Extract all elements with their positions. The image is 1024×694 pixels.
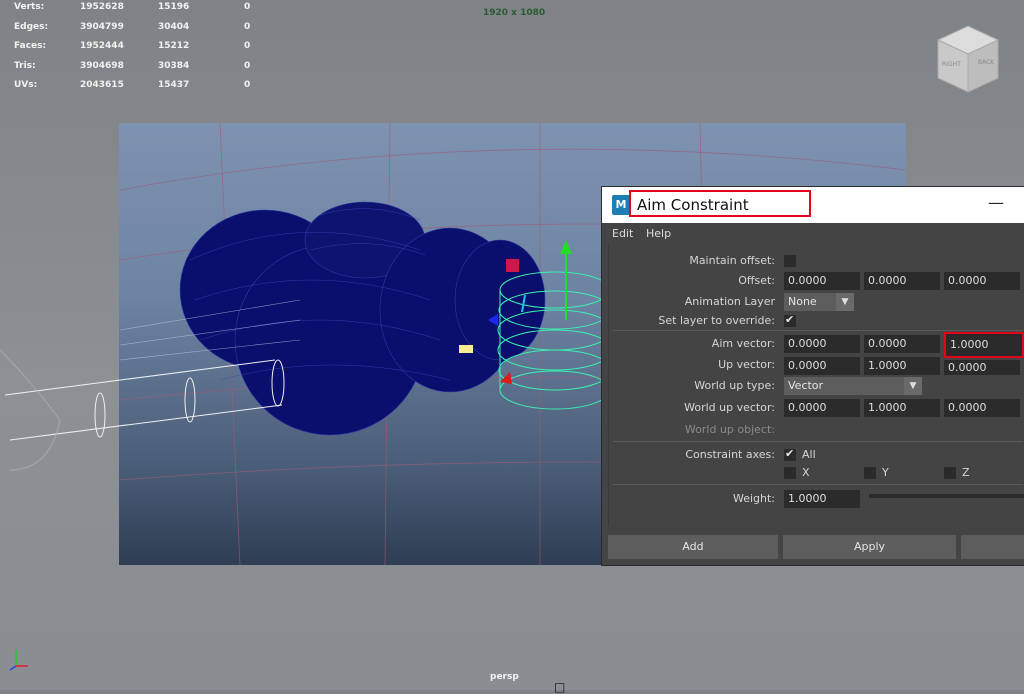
weight-field[interactable]: 1.0000: [784, 490, 860, 508]
apply-button[interactable]: Apply: [783, 535, 956, 559]
world-up-vector-y-field[interactable]: 1.0000: [864, 399, 940, 417]
dialog-button-row: Add Apply: [602, 533, 1024, 561]
menu-help[interactable]: Help: [646, 227, 671, 240]
world-up-vector-label: World up vector:: [684, 401, 775, 414]
wireframe-mesh[interactable]: [179, 201, 546, 436]
axis-indicator: [8, 646, 30, 672]
separator: [613, 441, 1023, 442]
constraint-axis-x-label: X: [802, 466, 810, 479]
set-layer-override-label: Set layer to override:: [658, 314, 775, 327]
weight-slider[interactable]: [869, 494, 1024, 498]
dialog-menu-bar: Edit Help: [602, 223, 1024, 243]
constraint-axis-z-checkbox[interactable]: [944, 467, 956, 479]
world-up-object-label: World up object:: [684, 423, 775, 436]
maya-app-icon: M: [612, 195, 630, 215]
up-vector-z-field[interactable]: 0.0000: [944, 360, 1020, 375]
mouse-cursor-icon: □: [554, 680, 566, 694]
constraint-axes-all-checkbox[interactable]: [784, 447, 796, 461]
constraint-axis-z-label: Z: [962, 466, 970, 479]
offset-z-field[interactable]: 0.0000: [944, 272, 1020, 290]
up-vector-y-field[interactable]: 1.0000: [864, 357, 940, 375]
world-up-type-value: Vector: [788, 379, 824, 392]
chevron-down-icon: ▼: [836, 293, 854, 311]
offset-y-field[interactable]: 0.0000: [864, 272, 940, 290]
offset-label: Offset:: [738, 274, 775, 287]
close-button[interactable]: [961, 535, 1024, 559]
animation-layer-value: None: [788, 295, 817, 308]
separator: [613, 484, 1023, 485]
aim-vector-label: Aim vector:: [711, 337, 775, 350]
camera-name-label: persp: [490, 672, 519, 682]
world-up-type-dropdown[interactable]: Vector ▼: [784, 377, 922, 395]
set-layer-override-checkbox[interactable]: [784, 313, 796, 327]
weight-label: Weight:: [732, 492, 775, 505]
options-panel: Maintain offset: Offset: 0.0000 0.0000 0…: [608, 244, 1024, 526]
constraint-axis-y-checkbox[interactable]: [864, 467, 876, 479]
maintain-offset-label: Maintain offset:: [689, 254, 775, 267]
minimize-button[interactable]: —: [988, 193, 1004, 212]
menu-edit[interactable]: Edit: [612, 227, 633, 240]
dialog-title-bar[interactable]: M Aim Constraint Options —: [602, 187, 1024, 241]
animation-layer-dropdown[interactable]: None ▼: [784, 293, 854, 311]
aim-vector-z-field[interactable]: 1.0000: [944, 332, 1024, 358]
up-vector-x-field[interactable]: 0.0000: [784, 357, 860, 375]
chevron-down-icon: ▼: [904, 377, 922, 395]
maintain-offset-checkbox[interactable]: [784, 255, 796, 267]
world-up-vector-x-field[interactable]: 0.0000: [784, 399, 860, 417]
separator: [613, 330, 1023, 331]
world-up-vector-z-field[interactable]: 0.0000: [944, 399, 1020, 417]
dialog-title: Aim Constraint Options: [629, 190, 811, 241]
aim-vector-x-field[interactable]: 0.0000: [784, 335, 860, 353]
offset-x-field[interactable]: 0.0000: [784, 272, 860, 290]
aim-constraint-options-dialog: M Aim Constraint Options — Edit Help Mai…: [601, 186, 1024, 566]
constraint-axis-x-checkbox[interactable]: [784, 467, 796, 479]
aim-vector-y-field[interactable]: 0.0000: [864, 335, 940, 353]
world-up-type-label: World up type:: [694, 379, 775, 392]
add-button[interactable]: Add: [608, 535, 778, 559]
up-vector-label: Up vector:: [718, 358, 775, 371]
constraint-axes-label: Constraint axes:: [685, 448, 775, 461]
animation-layer-label: Animation Layer: [684, 295, 775, 308]
constraint-axis-y-label: Y: [882, 466, 889, 479]
constraint-axes-all-label: All: [802, 448, 816, 461]
